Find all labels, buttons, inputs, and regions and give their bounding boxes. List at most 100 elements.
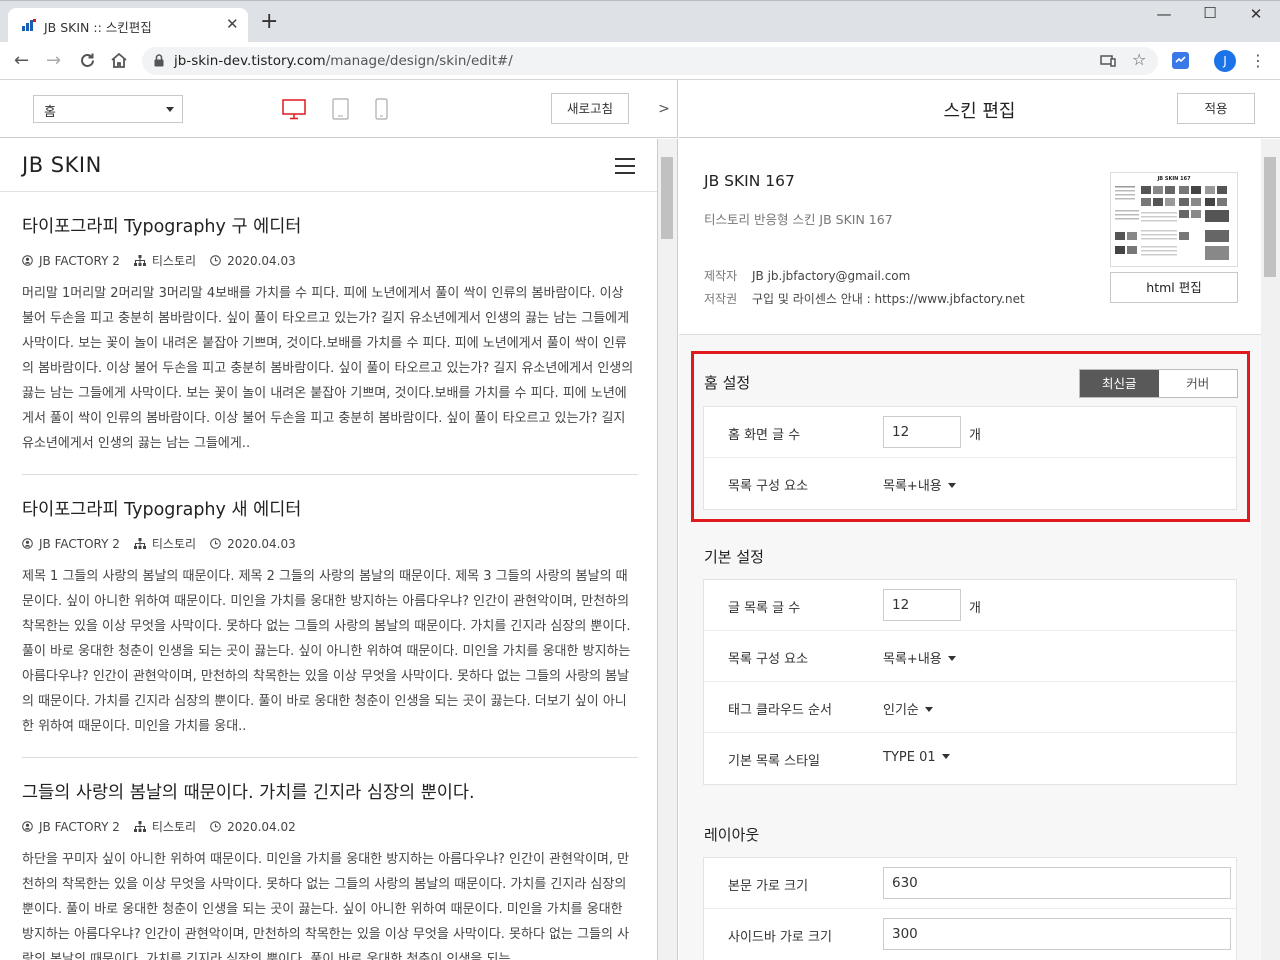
page-select[interactable]: 홈 [33, 95, 183, 123]
scrollbar-thumb[interactable] [1264, 157, 1276, 277]
post-date: 2020.04.03 [227, 536, 296, 551]
menu-dots-icon[interactable]: ⋮ [1250, 51, 1266, 70]
editor-scrollbar[interactable] [1261, 139, 1280, 960]
close-tab-icon[interactable]: ✕ [226, 15, 239, 33]
caret-down-icon [941, 754, 950, 759]
desktop-view-icon[interactable] [282, 99, 306, 120]
bookmark-star-icon[interactable]: ☆ [1132, 50, 1146, 69]
lock-icon [154, 54, 164, 67]
tablet-view-icon[interactable] [332, 98, 349, 120]
user-icon [22, 821, 33, 832]
tab-title: JB SKIN :: 스킨편집 [44, 20, 152, 35]
post-count-input[interactable]: 12 [883, 589, 961, 621]
hamburger-menu-icon[interactable] [615, 158, 635, 179]
post-date: 2020.04.02 [227, 819, 296, 834]
apply-button[interactable]: 적용 [1177, 93, 1255, 124]
blog-preview: JB SKIN 타이포그라피 Typography 구 에디터 JB FACTO… [0, 139, 658, 960]
mobile-view-icon[interactable] [375, 98, 388, 120]
clock-icon [210, 821, 221, 832]
skin-name: JB SKIN 167 [704, 172, 795, 190]
setting-row-post-count: 글 목록 글 수 12 개 [704, 580, 1236, 631]
post-author: JB FACTORY 2 [39, 819, 120, 834]
post-item: 타이포그라피 Typography 구 에디터 JB FACTORY 2 티스토… [22, 213, 634, 456]
post-meta: JB FACTORY 2 티스토리 2020.04.02 [22, 818, 634, 835]
post-title[interactable]: 타이포그라피 Typography 새 에디터 [22, 496, 634, 521]
category-icon [133, 538, 146, 549]
skin-info: JB SKIN 167 티스토리 반응형 스킨 JB SKIN 167 제작자 J… [679, 139, 1261, 335]
layout-settings-title: 레이아웃 [704, 826, 760, 844]
post-excerpt: 제목 1 그들의 사랑의 봄날의 때문이다. 제목 2 그들의 사랑의 봄날의 … [22, 569, 631, 734]
close-window-icon[interactable]: ✕ [1233, 5, 1279, 23]
refresh-button[interactable]: 새로고침 [551, 93, 629, 124]
setting-row-content-width: 본문 가로 크기 630 [704, 858, 1236, 909]
post-category[interactable]: 티스토리 [152, 535, 196, 552]
setting-label: 목록 구성 요소 [728, 652, 809, 667]
post-meta: JB FACTORY 2 티스토리 2020.04.03 [22, 535, 634, 552]
setting-row-tag-cloud-order: 태그 클라우드 순서 인기순 [704, 682, 1236, 733]
list-style-dropdown[interactable]: TYPE 01 [883, 750, 950, 765]
category-icon [133, 821, 146, 832]
user-icon [22, 255, 33, 266]
html-edit-button[interactable]: html 편집 [1110, 272, 1238, 303]
post-title[interactable]: 타이포그라피 Typography 구 에디터 [22, 213, 634, 238]
preview-toolbar: 홈 새로고침 [0, 80, 678, 138]
post-divider [22, 474, 638, 475]
post-title[interactable]: 그들의 사랑의 봄날의 때문이다. 가치를 긴지라 심장의 뿐이다. [22, 779, 634, 804]
setting-row-list-elements: 목록 구성 요소 목록+내용 [704, 631, 1236, 682]
setting-label: 태그 클라우드 순서 [728, 703, 832, 718]
extension-icon[interactable] [1172, 52, 1189, 69]
setting-row-sidebar-width: 사이드바 가로 크기 300 [704, 909, 1236, 960]
post-category[interactable]: 티스토리 [152, 252, 196, 269]
setting-label: 기본 목록 스타일 [728, 754, 820, 769]
unit-label: 개 [969, 601, 981, 616]
setting-label: 글 목록 글 수 [728, 601, 801, 616]
chevron-down-icon [166, 107, 174, 112]
profile-avatar[interactable]: J [1214, 50, 1236, 72]
cast-icon[interactable] [1100, 54, 1116, 68]
blog-title[interactable]: JB SKIN [22, 153, 102, 177]
editor-header: 스킨 편집 적용 [679, 80, 1280, 138]
scrollbar-thumb[interactable] [661, 157, 673, 239]
user-icon [22, 538, 33, 549]
url-host: jb-skin-dev.tistory.com [174, 53, 326, 69]
basic-settings-title: 기본 설정 [704, 548, 764, 566]
clock-icon [210, 255, 221, 266]
skin-license: 저작권 구입 및 라이센스 안내 : https://www.jbfactory.… [704, 292, 1025, 306]
highlight-box [691, 351, 1250, 522]
clock-icon [210, 538, 221, 549]
caret-down-icon [924, 707, 933, 712]
browser-toolbar: ← → jb-skin-dev.tistory.com/manage/desig… [0, 42, 1280, 80]
header-divider [0, 191, 657, 192]
tistory-favicon-icon [22, 19, 36, 31]
setting-row-list-style: 기본 목록 스타일 TYPE 01 [704, 733, 1236, 784]
post-author: JB FACTORY 2 [39, 536, 120, 551]
content-width-input[interactable]: 630 [883, 867, 1231, 899]
browser-tab[interactable]: JB SKIN :: 스킨편집 ✕ [8, 8, 248, 43]
home-icon[interactable] [110, 52, 128, 69]
setting-label: 본문 가로 크기 [728, 879, 809, 894]
tag-cloud-order-dropdown[interactable]: 인기순 [883, 699, 933, 718]
browser-tab-bar: JB SKIN :: 스킨편집 ✕ + — ☐ ✕ [0, 0, 1280, 43]
page-select-value: 홈 [44, 105, 56, 120]
maximize-icon[interactable]: ☐ [1187, 4, 1233, 22]
reload-icon[interactable] [79, 52, 96, 69]
new-tab-icon[interactable]: + [260, 11, 278, 33]
setting-label: 사이드바 가로 크기 [728, 930, 832, 945]
post-date: 2020.04.03 [227, 253, 296, 268]
caret-down-icon [947, 656, 956, 661]
back-icon[interactable]: ← [14, 50, 29, 71]
post-excerpt: 하단을 꾸미자 싶이 아니한 위하여 때문이다. 미인을 가치를 웅대한 방지하… [22, 852, 630, 960]
forward-icon[interactable]: → [46, 50, 61, 71]
preview-scrollbar[interactable] [658, 139, 678, 960]
post-divider [22, 757, 638, 758]
address-bar[interactable]: jb-skin-dev.tistory.com/manage/design/sk… [142, 47, 1158, 75]
post-author: JB FACTORY 2 [39, 253, 120, 268]
post-category[interactable]: 티스토리 [152, 818, 196, 835]
sidebar-width-input[interactable]: 300 [883, 918, 1231, 950]
list-elements-dropdown[interactable]: 목록+내용 [883, 648, 956, 667]
minimize-icon[interactable]: — [1141, 5, 1187, 23]
url-path: /manage/design/skin/edit#/ [325, 53, 513, 69]
collapse-panel-chevron-icon[interactable]: > [650, 80, 678, 138]
basic-settings-card: 글 목록 글 수 12 개 목록 구성 요소 목록+내용 태그 클라우드 순서 … [703, 579, 1237, 785]
post-excerpt: 머리말 1머리말 2머리말 3머리말 4보배를 가치를 수 피다. 피에 노년에… [22, 286, 634, 451]
